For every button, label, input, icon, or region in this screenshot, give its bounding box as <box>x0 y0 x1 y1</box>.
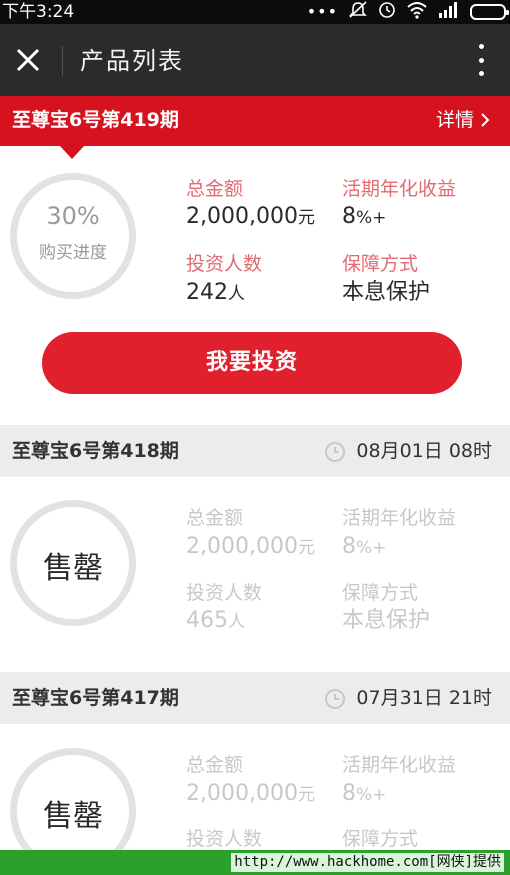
product-header-418[interactable]: 至尊宝6号第418期 08月01日 08时 <box>0 425 510 477</box>
status-icons: ••• <box>306 1 509 23</box>
progress-label: 购买进度 <box>39 243 107 263</box>
yield-value: 8%+ <box>342 204 387 229</box>
total-amount-value: 2,000,000元 <box>186 534 315 559</box>
guarantee-label: 保障方式 <box>342 253 419 275</box>
investors-label: 投资人数 <box>186 582 263 604</box>
battery-icon <box>470 4 509 20</box>
progress-ring: 30% 购买进度 <box>10 173 136 299</box>
watermark-text: http://www.hackhome.com[网侠]提供 <box>231 853 504 872</box>
product-time: 08月01日 08时 <box>356 440 492 462</box>
total-amount-label: 总金额 <box>186 507 244 529</box>
investors-value: 465人 <box>186 608 245 633</box>
alarm-icon <box>378 1 396 23</box>
product-name: 至尊宝6号第419期 <box>12 109 179 131</box>
status-time: 下午3:24 <box>2 2 75 22</box>
wifi-icon <box>406 1 428 23</box>
yield-label: 活期年化收益 <box>342 507 457 529</box>
total-amount-label: 总金额 <box>186 178 244 200</box>
guarantee-label: 保障方式 <box>342 582 419 604</box>
guarantee-label: 保障方式 <box>342 828 419 850</box>
clock-icon <box>325 689 345 709</box>
yield-label: 活期年化收益 <box>342 754 457 776</box>
app-screen: 下午3:24 ••• 产品列表 至尊宝6号第419期 详情 30% 购买进度 总… <box>0 0 510 875</box>
detail-link[interactable]: 详情 <box>436 107 474 133</box>
investors-label: 投资人数 <box>186 253 263 275</box>
invest-button[interactable]: 我要投资 <box>42 332 462 394</box>
product-name: 至尊宝6号第418期 <box>12 440 179 462</box>
soldout-label: 售罄 <box>43 551 103 586</box>
yield-value: 8%+ <box>342 781 387 806</box>
guarantee-value: 本息保护 <box>342 608 431 633</box>
progress-percent: 30% <box>46 202 100 230</box>
soldout-ring: 售罄 <box>10 500 136 626</box>
close-icon <box>16 48 40 72</box>
header-pointer <box>60 146 84 159</box>
investors-value: 242人 <box>186 280 245 305</box>
signal-icon <box>438 1 460 23</box>
active-product-header[interactable]: 至尊宝6号第419期 详情 <box>0 96 510 146</box>
yield-label: 活期年化收益 <box>342 178 457 200</box>
watermark-bar: http://www.hackhome.com[网侠]提供 <box>0 850 510 875</box>
product-time: 07月31日 21时 <box>356 687 492 709</box>
soldout-label: 售罄 <box>43 799 103 834</box>
clock-icon <box>325 442 345 462</box>
status-bar: 下午3:24 ••• <box>0 0 510 24</box>
product-name: 至尊宝6号第417期 <box>12 687 179 709</box>
total-amount-value: 2,000,000元 <box>186 204 315 229</box>
guarantee-value: 本息保护 <box>342 280 431 305</box>
more-dots-icon: ••• <box>306 2 338 21</box>
chevron-right-icon <box>481 113 490 127</box>
close-button[interactable] <box>8 38 48 82</box>
app-bar-divider <box>62 46 63 76</box>
investors-label: 投资人数 <box>186 828 263 850</box>
product-header-417[interactable]: 至尊宝6号第417期 07月31日 21时 <box>0 672 510 724</box>
page-title: 产品列表 <box>80 47 184 75</box>
yield-value: 8%+ <box>342 534 387 559</box>
mute-icon <box>348 1 368 23</box>
app-bar: 产品列表 <box>0 24 510 96</box>
more-vertical-icon[interactable] <box>476 44 486 76</box>
total-amount-value: 2,000,000元 <box>186 781 315 806</box>
total-amount-label: 总金额 <box>186 754 244 776</box>
